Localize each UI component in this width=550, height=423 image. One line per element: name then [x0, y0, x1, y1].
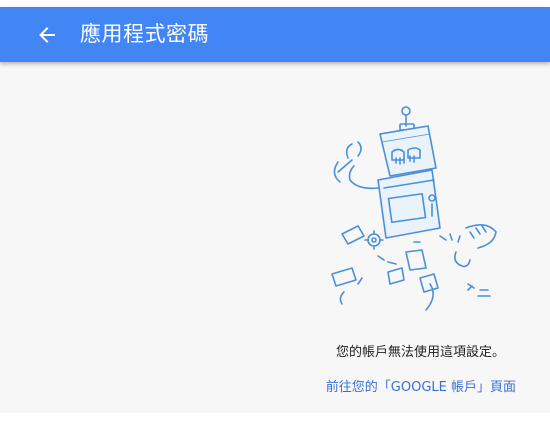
unavailable-message: 您的帳戶無法使用這項設定。 [335, 345, 505, 360]
back-button[interactable] [34, 22, 60, 48]
window-bottom-strip [0, 413, 550, 423]
page-title: 應用程式密碼 [80, 22, 209, 46]
google-account-link[interactable]: 前往您的「GOOGLE 帳戶」頁面 [326, 376, 516, 395]
window-top-strip [0, 0, 550, 7]
broken-robot-illustration [331, 106, 497, 311]
arrow-left-icon [39, 27, 55, 43]
app-bar: 應用程式密碼 [0, 7, 550, 62]
